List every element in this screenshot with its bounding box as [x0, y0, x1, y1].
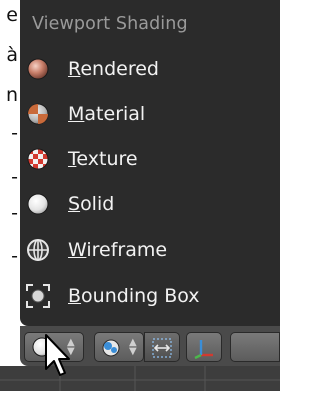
grid-lines: [0, 366, 280, 391]
transform-gizmo[interactable]: [186, 332, 222, 362]
manipulator-icon: [152, 338, 172, 358]
texture-icon: [27, 148, 49, 170]
menu-title: Viewport Shading: [32, 14, 188, 34]
wireframe-icon: [27, 239, 49, 261]
material-icon: [27, 103, 49, 125]
mouse-cursor-icon: [45, 334, 70, 376]
edge-char: -: [11, 245, 18, 267]
menu-item-label: Texture: [68, 148, 138, 170]
menu-item-label: Solid: [68, 193, 115, 215]
solid-icon: [27, 193, 49, 215]
rendered-icon: [27, 58, 49, 80]
menu-item-texture[interactable]: Texture: [20, 137, 280, 181]
dropdown-arrows-icon: ▲ ▼: [129, 337, 137, 357]
menu-item-wireframe[interactable]: Wireframe: [20, 228, 280, 272]
menu-item-bounding-box[interactable]: Bounding Box: [20, 274, 280, 318]
viewport-grid: [0, 366, 280, 391]
edge-char: -: [11, 202, 18, 224]
edge-char: n: [5, 84, 18, 106]
menu-item-label: Wireframe: [68, 239, 168, 261]
header-button-partial[interactable]: [230, 332, 280, 362]
menu-item-solid[interactable]: Solid: [20, 182, 280, 226]
background-document-edge: e à n - - - -: [0, 0, 20, 391]
axis-gizmo-icon: [194, 340, 213, 360]
edge-char: e: [6, 4, 18, 26]
viewport-shading-menu: Viewport Shading Rendered Material Textu…: [20, 0, 280, 326]
edge-char: à: [6, 44, 18, 66]
menu-item-rendered[interactable]: Rendered: [20, 47, 280, 91]
manipulator-toggle[interactable]: [144, 332, 180, 362]
menu-item-label: Material: [68, 103, 146, 125]
pivot-icon: [102, 339, 120, 357]
edge-char: -: [11, 166, 18, 188]
pivot-point-dropdown[interactable]: ▲ ▼: [94, 332, 144, 362]
bounding-box-icon: [26, 284, 50, 308]
menu-item-label: Rendered: [68, 58, 159, 80]
menu-item-material[interactable]: Material: [20, 92, 280, 136]
menu-item-label: Bounding Box: [68, 285, 200, 307]
edge-char: -: [11, 122, 18, 144]
